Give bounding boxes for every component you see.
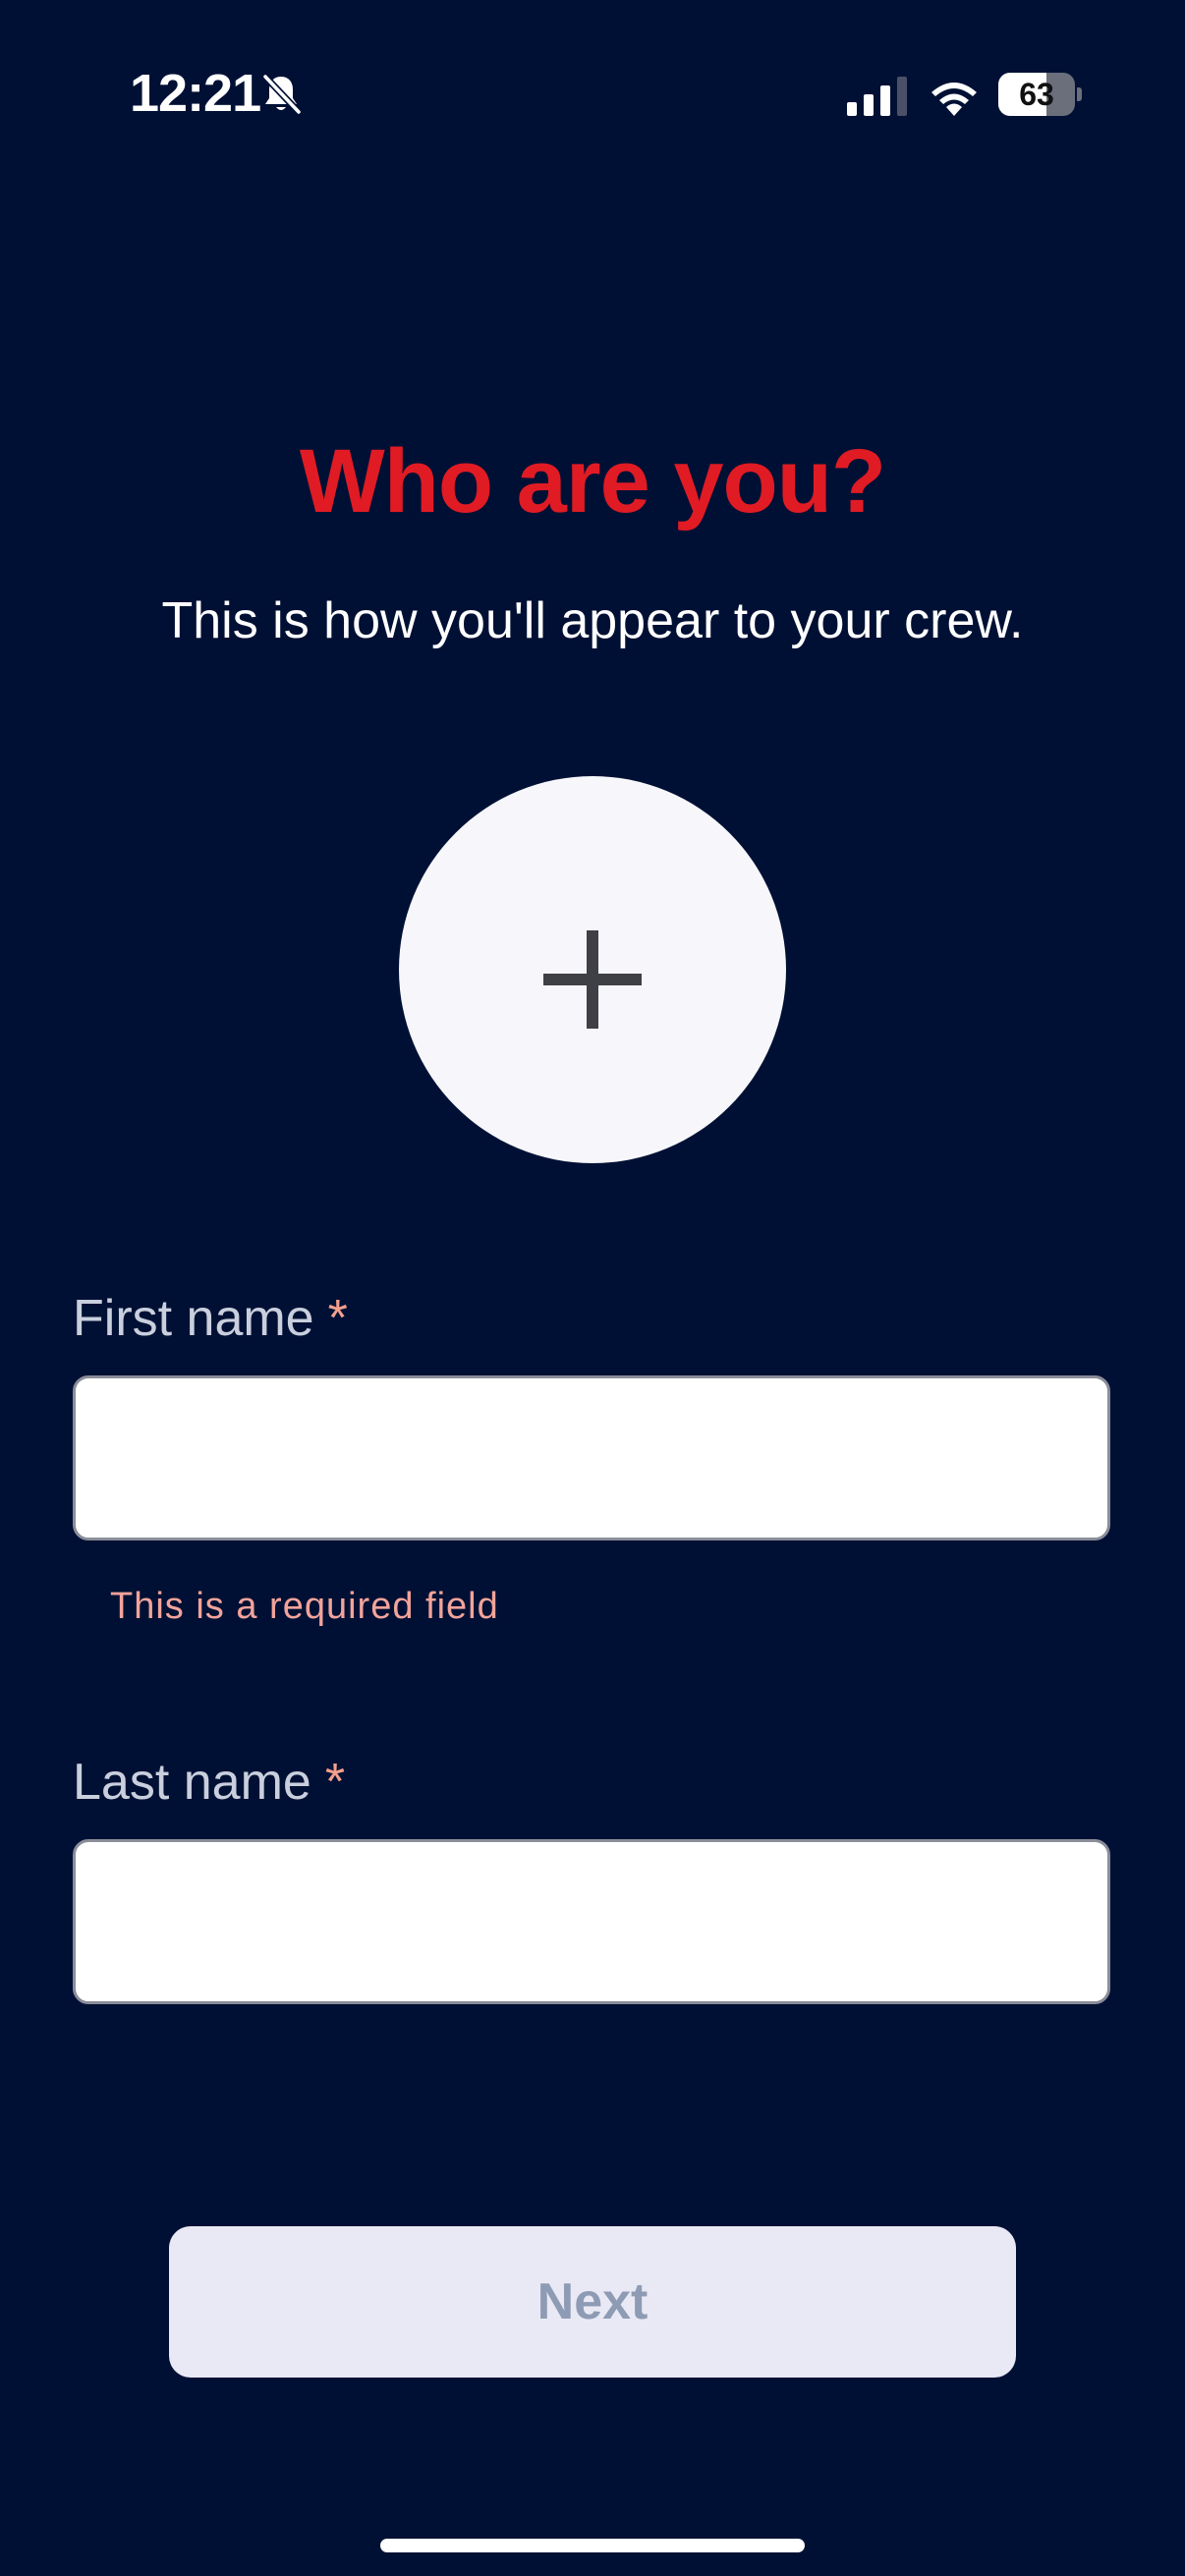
cellular-signal-icon (847, 77, 907, 116)
status-time: 12:21 (130, 64, 261, 123)
bell-slash-icon (262, 74, 302, 115)
last-name-input[interactable] (73, 1839, 1110, 2004)
last-name-label: Last name * (73, 1753, 345, 1812)
last-name-label-text: Last name (73, 1754, 311, 1811)
first-name-label: First name * (73, 1289, 348, 1348)
battery-level: 63 (1019, 77, 1054, 112)
battery-nub (1077, 87, 1082, 101)
required-marker: * (327, 1290, 348, 1347)
first-name-error: This is a required field (110, 1586, 499, 1627)
wifi-icon (931, 83, 977, 116)
next-button[interactable]: Next (169, 2226, 1016, 2378)
page-subtitle: This is how you'll appear to your crew. (161, 592, 1024, 649)
battery-body: 63 (998, 73, 1075, 116)
required-marker: * (324, 1754, 346, 1811)
add-avatar-button[interactable] (399, 776, 786, 1163)
status-bar: 12:21 63 (0, 0, 1185, 196)
first-name-label-text: First name (73, 1290, 314, 1347)
first-name-input[interactable] (73, 1375, 1110, 1540)
home-indicator[interactable] (380, 2539, 805, 2552)
page-title: Who are you? (299, 431, 886, 532)
battery-icon: 63 (998, 73, 1083, 116)
plus-icon (543, 930, 642, 1029)
